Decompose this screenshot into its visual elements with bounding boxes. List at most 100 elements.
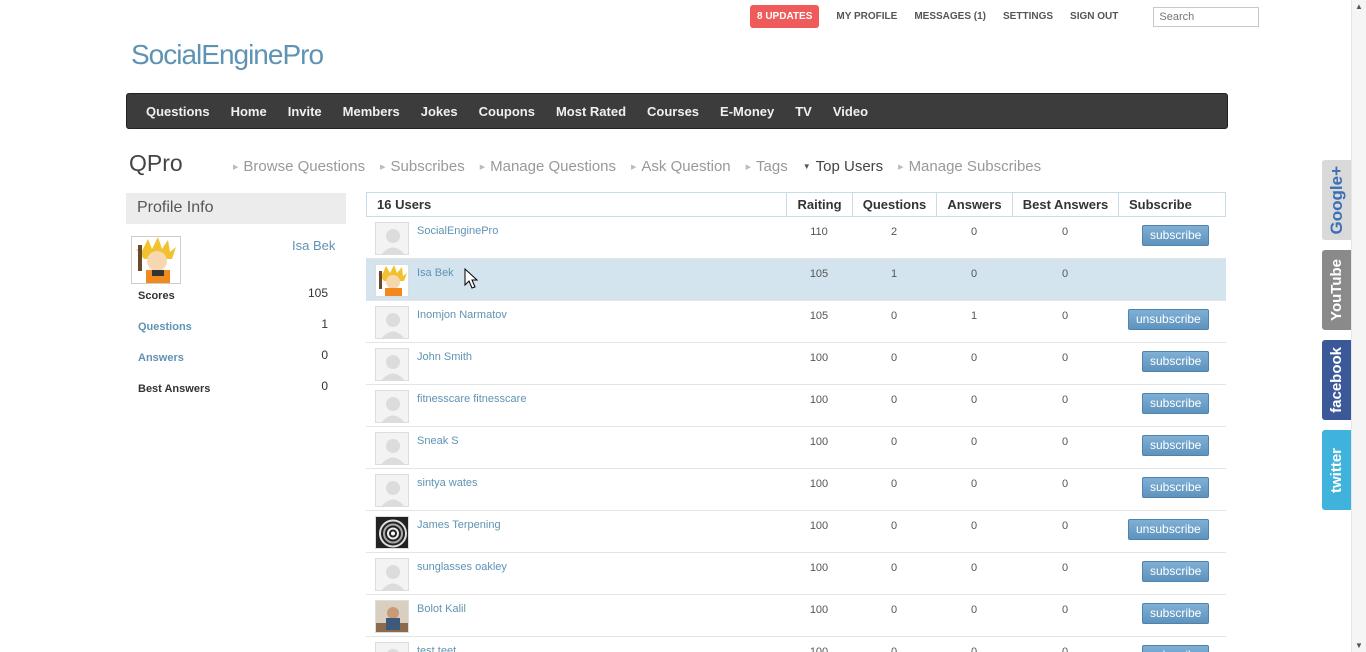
user-name-link[interactable]: Bolot Kalil [417,603,466,636]
user-avatar[interactable] [375,600,409,633]
user-name-link[interactable]: sunglasses oakley [417,561,507,594]
user-avatar[interactable] [375,348,409,381]
nav-item[interactable]: Courses [647,104,699,119]
subscribe-button[interactable]: subscribe [1142,477,1210,498]
caret-right-icon: ▶ [631,163,637,171]
table-row: Inomjon Narmatov 105 0 1 0 unsubscribe [366,301,1226,343]
nav-item[interactable]: E-Money [720,104,774,119]
sign-out-link[interactable]: SIGN OUT [1070,11,1118,22]
nav-item[interactable]: Coupons [479,104,535,119]
user-cell: SocialEnginePro [366,217,786,258]
best-answers-cell: 0 [1061,268,1069,280]
subscribe-button[interactable]: subscribe [1142,645,1210,652]
user-avatar[interactable] [375,516,409,549]
subnav-item[interactable]: ▶ Manage Questions [480,158,616,175]
profile-stat-label[interactable]: Answers [138,352,184,364]
header-users: 16 Users [367,193,787,216]
user-avatar[interactable] [375,642,409,652]
profile-stat-value: 0 [321,348,328,362]
subscribe-button[interactable]: subscribe [1142,561,1210,582]
best-answers-cell: 0 [1061,646,1069,652]
subnav-label: Browse Questions [243,158,366,175]
subnav-item[interactable]: ▼ Top Users [803,158,883,175]
answers-cell: 0 [970,604,978,616]
subscribe-cell: subscribe [1118,427,1224,468]
rating-cell: 105 [809,310,829,322]
user-avatar[interactable] [375,432,409,465]
questions-cell: 0 [890,478,898,490]
rating-cell: 100 [809,436,829,448]
subscribe-button[interactable]: subscribe [1142,351,1210,372]
user-avatar[interactable] [375,390,409,423]
subnav-item[interactable]: ▶ Ask Question [631,158,731,175]
nav-item[interactable]: Jokes [421,104,458,119]
profile-stat-row: Answers 0 [138,348,328,364]
scroll-up-icon[interactable]: ▲ [1355,2,1363,11]
answers-cell: 0 [970,478,978,490]
top-users-table: 16 Users Raiting Questions Answers Best … [366,192,1226,652]
user-name-link[interactable]: test teet [417,645,456,652]
user-name-link[interactable]: Isa Bek [417,267,454,300]
nav-item[interactable]: Home [231,104,267,119]
answers-cell: 0 [970,352,978,364]
unsubscribe-button[interactable]: unsubscribe [1128,519,1209,540]
subscribe-button[interactable]: subscribe [1142,603,1210,624]
messages-link[interactable]: MESSAGES (1) [914,11,986,22]
search-input[interactable] [1153,6,1260,27]
user-avatar[interactable] [375,222,409,255]
user-name-link[interactable]: James Terpening [417,519,501,552]
subscribe-button[interactable]: subscribe [1142,393,1210,414]
my-profile-link[interactable]: MY PROFILE [836,11,897,22]
subnav-label: Manage Questions [490,158,617,175]
site-logo[interactable]: SocialEnginePro [131,39,324,71]
user-name-link[interactable]: Inomjon Narmatov [417,309,507,342]
subnav-item[interactable]: ▶ Tags [746,158,788,175]
scrollbar[interactable]: ▲ ▼ [1351,0,1366,652]
subscribe-cell [1118,259,1224,300]
google-plus-tab[interactable]: Google+ [1322,160,1351,240]
user-name-link[interactable]: Sneak S [417,435,459,468]
subscribe-button[interactable]: subscribe [1142,435,1210,456]
settings-link[interactable]: SETTINGS [1003,11,1053,22]
nav-item[interactable]: Video [833,104,868,119]
scroll-down-icon[interactable]: ▼ [1355,641,1363,650]
subnav-item[interactable]: ▶ Browse Questions [233,158,365,175]
table-row: James Terpening 100 0 0 0 unsubscribe [366,511,1226,553]
user-avatar[interactable] [375,306,409,339]
nav-item[interactable]: Members [343,104,400,119]
user-avatar[interactable] [375,474,409,507]
subscribe-cell: subscribe [1118,217,1224,258]
updates-badge[interactable]: 8 UPDATES [750,5,820,28]
mouse-cursor-icon [464,268,478,289]
answers-cell: 0 [970,436,978,448]
subnav-item[interactable]: ▶ Subscribes [380,158,465,175]
profile-stat-value: 105 [308,286,329,300]
profile-name[interactable]: Isa Bek [292,238,335,253]
user-avatar[interactable] [375,264,409,297]
profile-avatar[interactable] [131,236,181,284]
twitter-tab[interactable]: twitter [1322,430,1351,510]
subscribe-cell: subscribe [1118,385,1224,426]
user-name-link[interactable]: SocialEnginePro [417,225,498,258]
facebook-tab[interactable]: facebook [1322,340,1351,420]
google-plus-icon: Google+ [1326,165,1346,235]
subscribe-cell: subscribe [1118,343,1224,384]
profile-stat-label[interactable]: Questions [138,321,192,333]
subscribe-button[interactable]: subscribe [1142,225,1210,246]
nav-item[interactable]: Invite [288,104,322,119]
user-avatar[interactable] [375,558,409,591]
unsubscribe-button[interactable]: unsubscribe [1128,309,1209,330]
rating-cell: 105 [809,268,829,280]
nav-item[interactable]: Questions [146,104,210,119]
subnav-item[interactable]: ▶ Manage Subscribes [898,158,1041,175]
twitter-icon: twitter [1328,447,1345,493]
subnav-label: Ask Question [641,158,731,175]
user-name-link[interactable]: John Smith [417,351,472,384]
user-name-link[interactable]: sintya wates [417,477,478,510]
youtube-tab[interactable]: YouTube [1322,250,1351,330]
table-row: SocialEnginePro 110 2 0 0 subscribe [366,217,1226,259]
nav-item[interactable]: Most Rated [556,104,626,119]
user-name-link[interactable]: fitnesscare fitnesscare [417,393,526,426]
profile-info-heading: Profile Info [126,193,346,224]
nav-item[interactable]: TV [795,104,812,119]
